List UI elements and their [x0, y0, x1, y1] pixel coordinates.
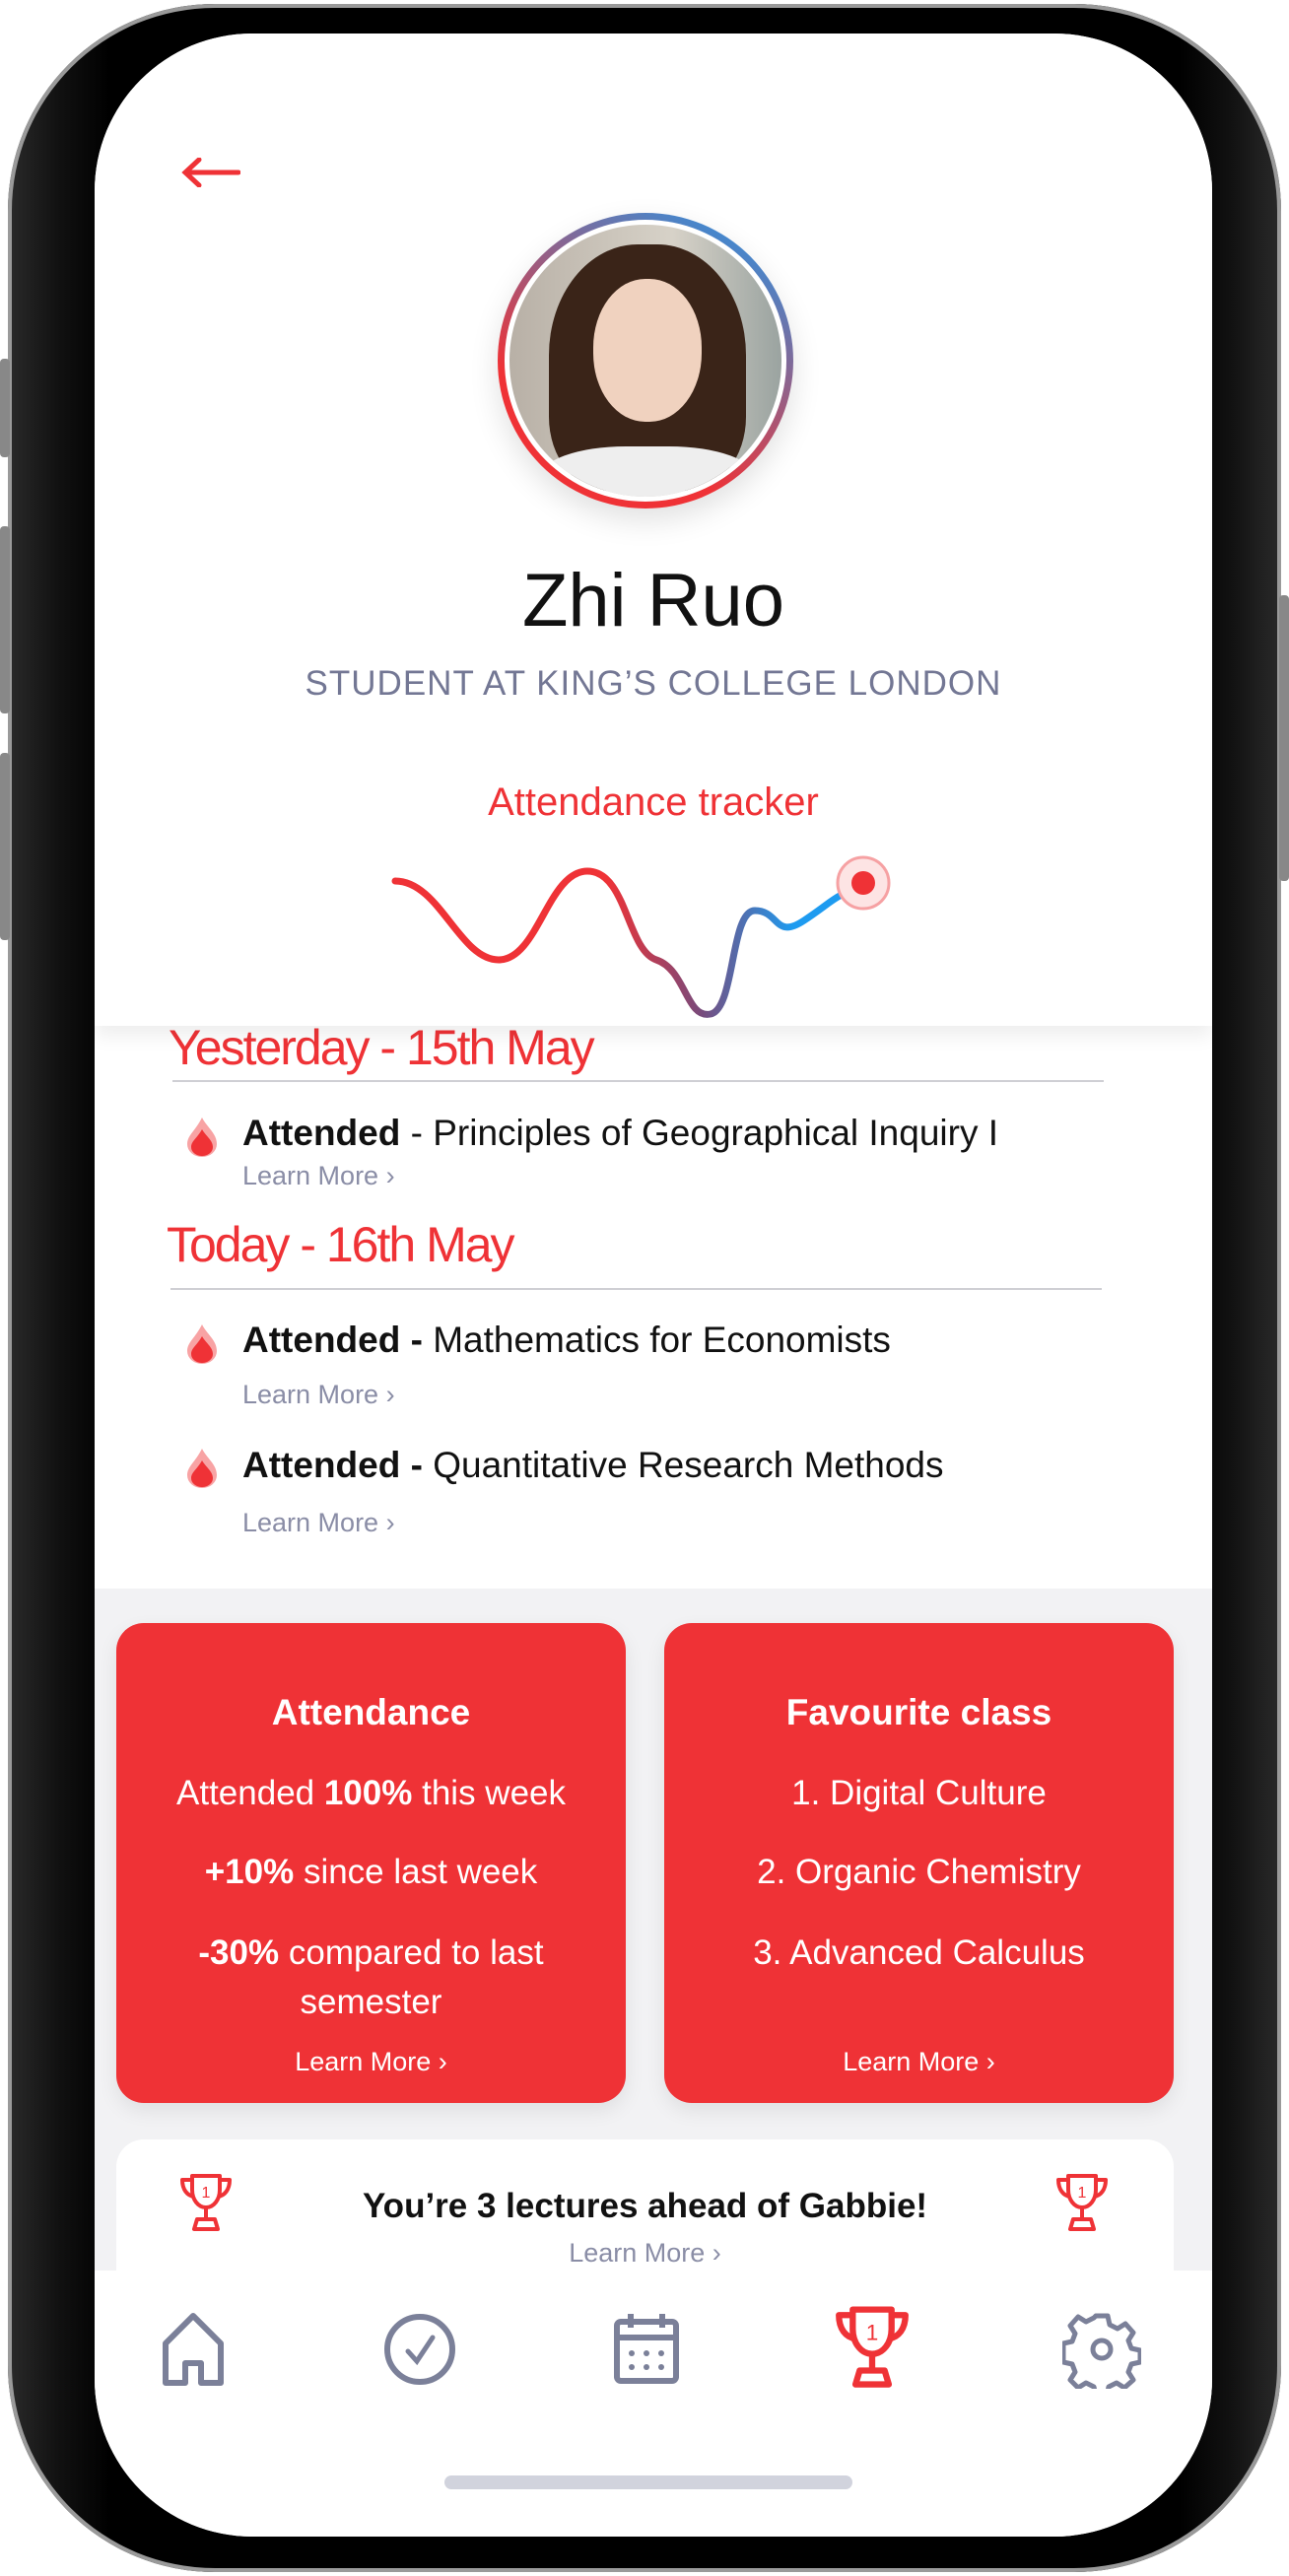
- learn-more-label: Learn More: [295, 2047, 432, 2076]
- value: 100%: [323, 1774, 413, 1812]
- svg-text:1: 1: [866, 2321, 879, 2345]
- attendance-card[interactable]: Attendance Attended 100% this week +10% …: [116, 1623, 626, 2103]
- mute-switch: [0, 359, 10, 457]
- power-button: [1279, 595, 1289, 881]
- learn-more-link[interactable]: Learn More ›: [242, 1380, 395, 1410]
- home-indicator[interactable]: [444, 2475, 852, 2489]
- tracker-line: [391, 867, 867, 1018]
- profile-subtitle: STUDENT AT KING’S COLLEGE LONDON: [305, 664, 1002, 703]
- learn-more-link[interactable]: Learn More ›: [242, 1161, 395, 1191]
- svg-text:1: 1: [1078, 2185, 1087, 2202]
- chevron-right-icon: ›: [385, 1380, 395, 1409]
- trophy-icon: 1: [1056, 2174, 1108, 2231]
- course-name: Quantitative Research Methods: [433, 1445, 944, 1485]
- banner-text: You’re 3 lectures ahead of Gabbie!: [362, 2187, 928, 2225]
- chevron-right-icon: ›: [712, 2238, 721, 2268]
- learn-more-link[interactable]: Learn More ›: [116, 2047, 626, 2077]
- learn-more-link[interactable]: Learn More ›: [242, 1508, 395, 1538]
- feed-item: Attended - Principles of Geographical In…: [242, 1113, 998, 1154]
- text: compared to last semester: [279, 1933, 544, 2021]
- value: -30%: [198, 1933, 280, 1972]
- nav-settings-icon[interactable]: [1062, 2310, 1141, 2389]
- flame-icon: [187, 1449, 217, 1488]
- attendance-week: Attended 100% this week: [116, 1769, 626, 1818]
- chevron-right-icon: ›: [438, 2047, 447, 2076]
- avatar: [498, 213, 793, 508]
- tracker-current-point[interactable]: [851, 871, 875, 895]
- favourite-item: 1. Digital Culture: [791, 1774, 1047, 1812]
- nav-trophy-icon[interactable]: 1: [833, 2304, 912, 2393]
- chevron-right-icon: ›: [985, 2047, 995, 2076]
- separator: [423, 1320, 433, 1360]
- divider: [170, 1288, 1102, 1290]
- feed-item: Attended - Quantitative Research Methods: [242, 1445, 944, 1486]
- volume-up-button: [0, 526, 10, 713]
- favourite-item: 2. Organic Chemistry: [757, 1853, 1081, 1891]
- nav-calendar-icon[interactable]: [607, 2310, 686, 2389]
- chevron-right-icon: ›: [385, 1161, 395, 1190]
- card-title: Favourite class: [785, 1692, 1052, 1732]
- learn-more-label: Learn More: [242, 1508, 379, 1537]
- nav-check-icon[interactable]: [380, 2310, 459, 2389]
- separator: [423, 1445, 433, 1485]
- feed-item: Attended - Mathematics for Economists: [242, 1320, 891, 1361]
- attendance-status: Attended -: [242, 1445, 423, 1485]
- bottom-nav: 1: [95, 2271, 1212, 2537]
- course-name: Principles of Geographical Inquiry I: [433, 1113, 999, 1153]
- volume-down-button: [0, 753, 10, 940]
- flame-icon: [187, 1118, 217, 1157]
- value: +10%: [204, 1853, 295, 1891]
- attendance-change-semester: -30% compared to last semester: [116, 1929, 626, 2027]
- course-name: Mathematics for Economists: [433, 1320, 891, 1360]
- learn-more-link[interactable]: Learn More ›: [664, 2047, 1174, 2077]
- phone-frame: Zhi Ruo STUDENT AT KING’S COLLEGE LONDON…: [0, 4, 1289, 2572]
- feed-heading-today: Today - 16th May: [167, 1217, 515, 1272]
- attendance-change-week: +10% since last week: [116, 1848, 626, 1897]
- favourite-class-card[interactable]: Favourite class 1. Digital Culture 2. Or…: [664, 1623, 1174, 2103]
- divider: [172, 1080, 1104, 1082]
- profile-header: Zhi Ruo STUDENT AT KING’S COLLEGE LONDON…: [95, 34, 1212, 1026]
- profile-name: Zhi Ruo: [521, 559, 785, 643]
- nav-home-icon[interactable]: [154, 2310, 233, 2389]
- chevron-right-icon: ›: [385, 1508, 395, 1537]
- learn-more-label: Learn More: [242, 1380, 379, 1409]
- favourite-item: 3. Advanced Calculus: [753, 1933, 1085, 1972]
- tracker-title: Attendance tracker: [488, 780, 819, 824]
- attendance-status: Attended: [242, 1113, 401, 1153]
- text: Attended: [176, 1774, 324, 1812]
- screen: Zhi Ruo STUDENT AT KING’S COLLEGE LONDON…: [95, 34, 1212, 2537]
- attendance-status: Attended -: [242, 1320, 423, 1360]
- learn-more-label: Learn More: [843, 2047, 980, 2076]
- learn-more-label: Learn More: [569, 2238, 706, 2268]
- separator: -: [400, 1113, 434, 1153]
- learn-more-label: Learn More: [242, 1161, 379, 1190]
- arrow-left-icon[interactable]: [181, 158, 240, 187]
- learn-more-link[interactable]: Learn More ›: [116, 2238, 1174, 2269]
- text: since last week: [294, 1853, 538, 1891]
- attendance-tracker-graph: [391, 855, 891, 1018]
- flame-icon: [187, 1324, 217, 1364]
- card-title: Attendance: [271, 1692, 471, 1732]
- text: this week: [412, 1774, 566, 1812]
